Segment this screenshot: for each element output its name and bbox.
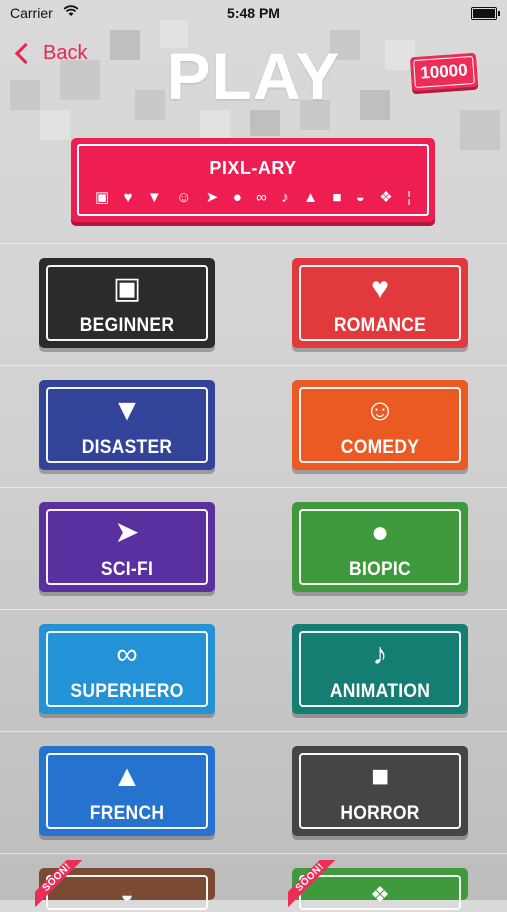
battery-icon bbox=[471, 7, 500, 20]
raygun-icon: ➤ bbox=[205, 189, 219, 206]
category-ticket-animation[interactable]: ♪ ANIMATION bbox=[292, 624, 468, 714]
category-ticket-beginner[interactable]: ▣ BEGINNER bbox=[39, 258, 215, 348]
category-label: SUPERHERO bbox=[70, 681, 184, 702]
clock: 5:48 PM bbox=[227, 5, 280, 21]
pixlary-banner[interactable]: PIXL-ARY ▣ ♥ ▼ ☺ ➤ ● ∞ ♪ ▲ ■ ◒ ❖ ¦ bbox=[71, 138, 435, 222]
heart-icon: ♥ bbox=[123, 189, 133, 206]
divider bbox=[0, 853, 507, 854]
oscar-icon: ¦ bbox=[407, 189, 411, 206]
divider bbox=[0, 365, 507, 366]
category-ticket-french[interactable]: ▲ FRENCH bbox=[39, 746, 215, 836]
eiffel-tower-icon: ▲ bbox=[112, 760, 142, 793]
status-bar: Carrier 5:48 PM bbox=[0, 0, 507, 26]
category-ticket-superhero[interactable]: ∞ SUPERHERO bbox=[39, 624, 215, 714]
divider bbox=[0, 243, 507, 244]
person-icon: ● bbox=[370, 516, 390, 549]
masks-icon: ☺ bbox=[364, 394, 396, 427]
film-icon: ▣ bbox=[112, 272, 142, 305]
monster-icon: ■ bbox=[332, 189, 342, 206]
soon-label: SOON! bbox=[288, 860, 340, 910]
coin-count: 10000 bbox=[419, 60, 469, 83]
category-label: ANIMATION bbox=[329, 681, 431, 702]
category-ticket-disaster[interactable]: ▼ DISASTER bbox=[39, 380, 215, 470]
monster-icon: ■ bbox=[370, 760, 390, 793]
eiffel-tower-icon: ▲ bbox=[303, 189, 318, 206]
divider bbox=[0, 487, 507, 488]
coming-soon-ticket[interactable]: ❖ SOON! bbox=[288, 860, 468, 910]
category-label: COMEDY bbox=[340, 437, 420, 458]
category-ticket-sci-fi[interactable]: ➤ SCI-FI bbox=[39, 502, 215, 592]
mask-icon: ∞ bbox=[256, 189, 267, 206]
heart-icon: ♥ bbox=[371, 272, 389, 305]
category-label: FRENCH bbox=[89, 803, 165, 824]
divider bbox=[0, 731, 507, 732]
soon-ribbon: SOON! bbox=[35, 860, 87, 912]
banner-icon-row: ▣ ♥ ▼ ☺ ➤ ● ∞ ♪ ▲ ■ ◒ ❖ ¦ bbox=[95, 190, 411, 206]
raygun-icon: ➤ bbox=[114, 516, 140, 549]
mask-icon: ∞ bbox=[116, 638, 138, 671]
coin-balance-badge[interactable]: 10000 bbox=[409, 52, 479, 92]
coming-soon-ticket[interactable]: ◒ SOON! bbox=[35, 860, 215, 910]
tornado-icon: ▼ bbox=[112, 394, 142, 427]
lamp-icon: ♪ bbox=[372, 638, 388, 671]
banner-title: PIXL-ARY bbox=[209, 158, 297, 178]
paw-icon: ❖ bbox=[379, 189, 393, 206]
category-ticket-romance[interactable]: ♥ ROMANCE bbox=[292, 258, 468, 348]
category-label: SCI-FI bbox=[100, 559, 154, 580]
category-label: DISASTER bbox=[81, 437, 173, 458]
lamp-icon: ♪ bbox=[281, 189, 289, 206]
film-icon: ▣ bbox=[95, 189, 110, 206]
hat-icon: ◒ bbox=[355, 189, 365, 206]
category-label: BEGINNER bbox=[79, 315, 175, 336]
category-ticket-biopic[interactable]: ● BIOPIC bbox=[292, 502, 468, 592]
category-label: HORROR bbox=[340, 803, 420, 824]
tornado-icon: ▼ bbox=[146, 189, 162, 206]
category-label: BIOPIC bbox=[349, 559, 411, 580]
soon-label: SOON! bbox=[35, 860, 87, 910]
category-label: ROMANCE bbox=[333, 315, 427, 336]
person-icon: ● bbox=[232, 189, 242, 206]
soon-ribbon: SOON! bbox=[288, 860, 340, 912]
divider bbox=[0, 609, 507, 610]
category-ticket-horror[interactable]: ■ HORROR bbox=[292, 746, 468, 836]
category-ticket-comedy[interactable]: ☺ COMEDY bbox=[292, 380, 468, 470]
masks-icon: ☺ bbox=[176, 189, 192, 206]
